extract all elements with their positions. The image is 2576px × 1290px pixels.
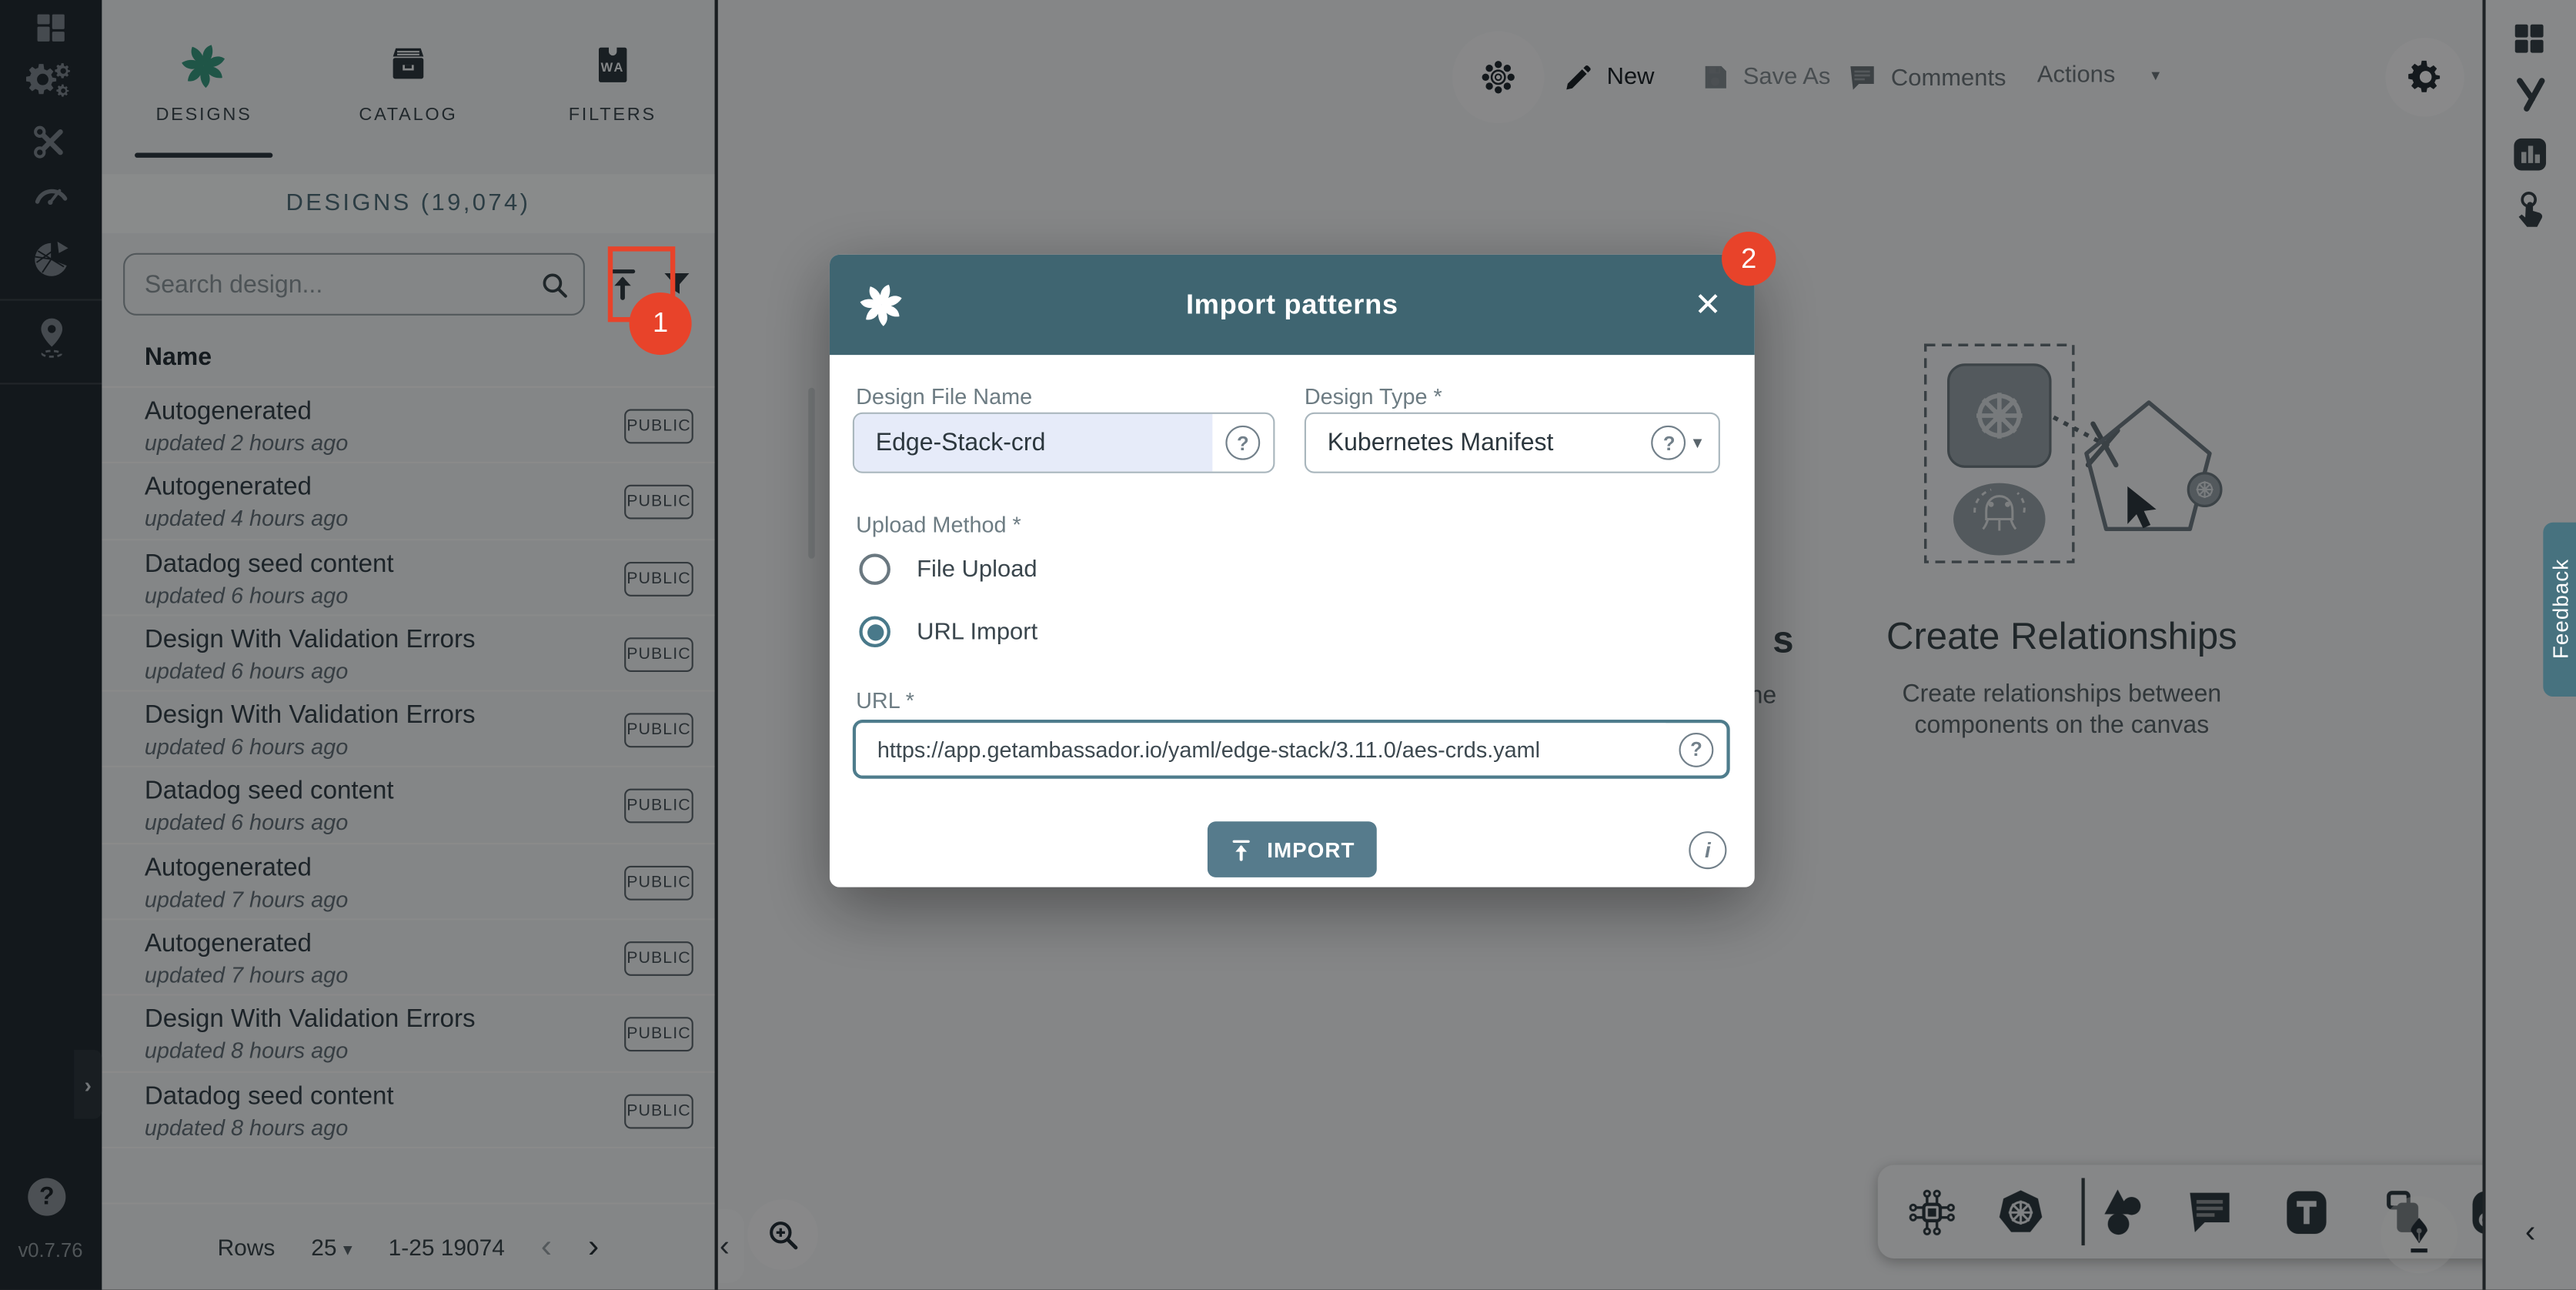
url-input[interactable] xyxy=(856,723,1666,775)
upload-method-file-option[interactable]: File Upload xyxy=(859,553,1037,585)
url-field: ? xyxy=(853,720,1730,779)
close-icon[interactable]: ✕ xyxy=(1694,284,1722,325)
caret-down-icon: ▾ xyxy=(1693,432,1702,453)
design-file-name-label: Design File Name xyxy=(856,384,1032,409)
upload-method-url-option[interactable]: URL Import xyxy=(859,616,1037,647)
design-type-select[interactable]: Kubernetes Manifest ? ▾ xyxy=(1305,413,1720,473)
upload-method-label: Upload Method * xyxy=(856,513,1021,537)
feedback-tab[interactable]: Feedback xyxy=(2543,523,2576,697)
design-file-name-field: ? xyxy=(853,413,1275,473)
url-label: URL * xyxy=(856,688,914,713)
info-icon[interactable]: i xyxy=(1689,831,1726,869)
import-patterns-modal: Import patterns ✕ Design File Name Desig… xyxy=(830,255,1755,887)
design-type-label: Design Type * xyxy=(1305,384,1442,409)
design-type-value: Kubernetes Manifest xyxy=(1306,429,1639,456)
help-icon[interactable]: ? xyxy=(1652,426,1686,460)
import-button[interactable]: IMPORT xyxy=(1208,821,1377,877)
radio-off-icon xyxy=(859,553,890,585)
annotation-step-1: 1 xyxy=(630,292,692,355)
design-file-name-input[interactable] xyxy=(854,414,1212,472)
annotation-step-2: 2 xyxy=(1722,232,1776,286)
help-icon[interactable]: ? xyxy=(1225,426,1260,460)
upload-icon xyxy=(1229,837,1254,862)
meshery-kanvas-app: › ? v0.7.76 DESIGNS CATALOG xyxy=(0,0,2576,1290)
modal-header: Import patterns ✕ xyxy=(830,255,1755,355)
modal-title: Import patterns xyxy=(830,289,1755,322)
radio-on-icon xyxy=(859,616,890,647)
help-icon[interactable]: ? xyxy=(1679,732,1714,767)
